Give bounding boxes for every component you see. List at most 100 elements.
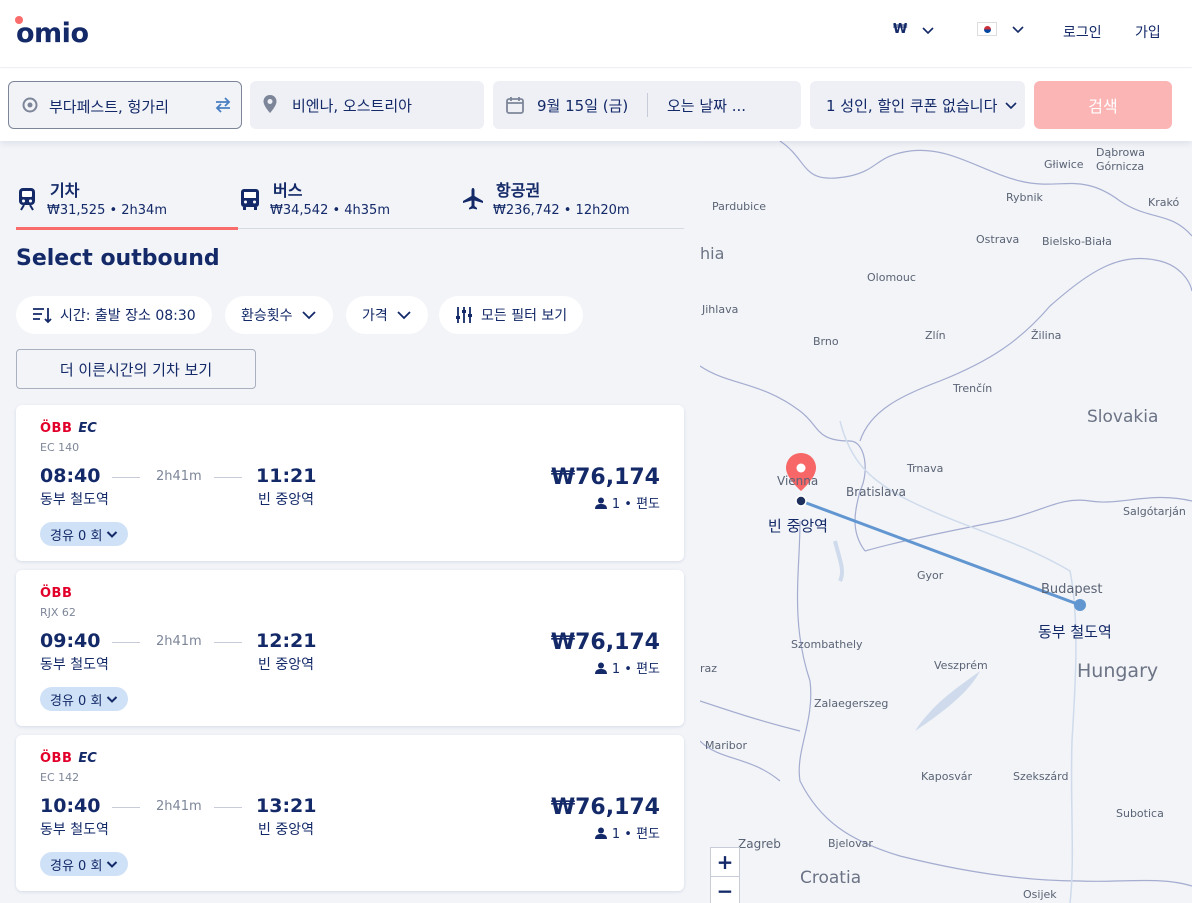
map-city-label: Szekszárd [1013,770,1069,783]
result-card[interactable]: ÖBB EC EC 142 10:40 2h41m 13:21 동부 철도역 빈… [16,735,684,891]
all-filters-chip[interactable]: 모든 필터 보기 [439,296,584,334]
calendar-icon [506,97,524,114]
map-city-label: Salgótarján [1123,505,1186,518]
chevron-down-icon [107,696,118,703]
map-city-label: Jihlava [702,303,739,316]
duration-line [112,642,140,643]
active-tab-indicator [16,227,238,230]
obb-logo: ÖBB [40,421,73,436]
map-city-label: Olomouc [867,271,916,284]
duration-line [214,807,242,808]
sort-icon [33,308,52,324]
result-card[interactable]: ÖBB RJX 62 09:40 2h41m 12:21 동부 철도역 빈 중앙… [16,570,684,726]
passenger-info: 1 • 편도 [594,493,660,512]
map-city-label: Žilina [1031,329,1062,342]
obb-logo: ÖBB [40,586,73,601]
login-link[interactable]: 로그인 [1063,22,1102,42]
departure-station: 동부 철도역 [40,657,109,673]
omio-logo[interactable]: omio [15,16,89,49]
filter-sliders-icon [456,307,472,323]
map-city-label: Trenčín [953,382,993,395]
map-city-label: Osijek [1023,888,1057,901]
stops-label: 경유 0 회 [50,858,103,874]
page-title: Select outbound [16,246,220,271]
train-code: EC 140 [40,441,80,454]
map-city-label: Vienna [777,474,819,488]
train-icon [19,188,35,211]
arrival-station: 빈 중앙역 [258,822,314,838]
map-region-label: hia [700,244,725,263]
tab-train[interactable]: 기차 ₩31,525 • 2h34m [16,171,238,230]
zoom-in-button[interactable]: + [710,847,740,877]
tab-bus-meta: ₩34,542 • 4h35m [270,203,390,218]
person-icon [594,497,607,509]
map-city-label: Subotica [1116,807,1164,820]
time-filter-chip[interactable]: 시간: 출발 장소 08:30 [16,296,212,334]
duration-line [214,642,242,643]
price: ₩76,174 [550,630,660,655]
tab-flight-label: 항공권 [496,181,541,200]
obb-logo: ÖBB [40,751,73,766]
transfers-filter-chip[interactable]: 환승횟수 [225,296,333,334]
stops-label: 경유 0 회 [50,528,103,544]
origin-value: 부다페스트, 헝가리 [49,98,169,116]
zoom-in-label: + [716,850,734,874]
passengers-value: 1 성인, 할인 쿠폰 없습니다 [826,97,998,115]
map-country-label: Croatia [800,868,862,888]
top-navigation: omio ₩ 로그인 가입 [0,0,1192,68]
language-selector[interactable] [977,22,1025,36]
result-card[interactable]: ÖBB EC EC 140 08:40 2h41m 11:21 동부 철도역 빈… [16,405,684,561]
signup-link[interactable]: 가입 [1135,22,1161,42]
operator-logo: ÖBB EC [40,751,97,766]
stops-badge[interactable]: 경유 0 회 [40,687,129,711]
chevron-down-icon [397,311,411,320]
train-code: EC 142 [40,771,80,784]
location-pin-icon [263,95,277,113]
route-map[interactable]: Głiwice Dąbrowa Górnicza Pardubice Rybni… [700,141,1192,903]
currency-label: ₩ [893,22,908,37]
map-destination-station-label: 빈 중앙역 [768,517,828,535]
destination-field[interactable]: 비엔나, 오스트리아 [250,81,484,129]
arrival-time: 13:21 [256,795,317,817]
login-label: 로그인 [1063,25,1102,41]
map-city-label: Zagreb [738,837,781,851]
origin-field[interactable]: 부다페스트, 헝가리 [8,81,242,129]
tab-flight[interactable]: 항공권 ₩236,742 • 12h20m [462,171,684,229]
results-panel: 기차 ₩31,525 • 2h34m 버스 ₩34,542 • 4h35m 항공… [0,141,700,903]
departure-time: 10:40 [40,795,101,817]
currency-selector[interactable]: ₩ [893,22,935,37]
map-country-label: Hungary [1077,660,1159,682]
signup-label: 가입 [1135,25,1161,41]
price-filter-chip[interactable]: 가격 [346,296,428,334]
stops-badge[interactable]: 경유 0 회 [40,852,129,876]
swap-icon[interactable] [213,95,233,115]
chevron-down-icon [1005,102,1017,110]
map-city-label: Trnava [907,462,944,475]
passenger-info: 1 • 편도 [594,823,660,842]
departure-time: 09:40 [40,630,101,652]
ec-logo: EC [78,421,97,436]
zoom-out-label: − [716,879,734,903]
map-city-label: Ostrava [976,233,1020,246]
stops-badge[interactable]: 경유 0 회 [40,522,129,546]
ec-logo: EC [78,751,97,766]
map-city-label: Zlín [925,329,946,342]
duration: 2h41m [156,799,202,814]
date-field[interactable]: 9월 15일 (금) 오는 날짜 ... [493,81,801,129]
tab-bus[interactable]: 버스 ₩34,542 • 4h35m [239,171,461,229]
map-country-label: Slovakia [1087,407,1159,427]
map-city-label: Krakó [1148,196,1180,209]
search-button[interactable]: 검색 [1034,81,1172,129]
transport-tabs: 기차 ₩31,525 • 2h34m 버스 ₩34,542 • 4h35m 항공… [16,171,684,230]
chevron-down-icon [107,861,118,868]
chevron-down-icon [107,531,118,538]
passengers-field[interactable]: 1 성인, 할인 쿠폰 없습니다 [810,81,1025,129]
arrival-time: 11:21 [256,465,317,487]
departure-time: 08:40 [40,465,101,487]
chevron-down-icon [922,26,934,34]
train-code: RJX 62 [40,606,76,619]
map-city-label: Pardubice [712,200,767,213]
earlier-trains-button[interactable]: 더 이른시간의 기차 보기 [16,349,256,389]
zoom-out-button[interactable]: − [710,876,740,903]
return-date-value[interactable]: 오는 날짜 ... [667,95,746,116]
